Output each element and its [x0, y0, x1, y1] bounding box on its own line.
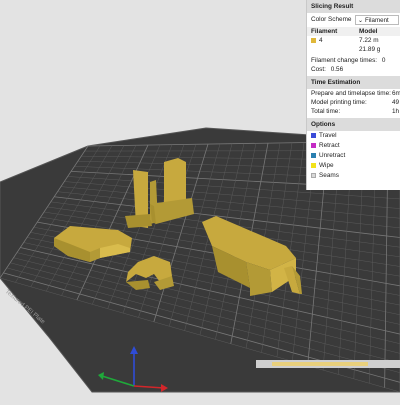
layer-slider-fill[interactable] — [272, 362, 368, 366]
travel-swatch — [311, 133, 316, 138]
option-unretract-label: Unretract — [319, 152, 345, 159]
filament-table-header: Filament Model — [307, 27, 400, 36]
col-model: Model — [359, 27, 377, 36]
unretract-swatch — [311, 153, 316, 158]
filament-swatch — [311, 38, 316, 43]
model-weight: 21.89 g — [359, 45, 380, 54]
filament-row-2: 21.89 g — [307, 45, 400, 54]
option-seams-label: Seams — [319, 172, 339, 179]
prepare-time-label: Prepare and timelapse time: — [311, 90, 391, 97]
options-title: Options — [307, 118, 400, 131]
option-wipe[interactable]: Wipe — [307, 161, 400, 171]
color-scheme-value: Filament — [365, 17, 389, 24]
change-times-row: Filament change times: 0 — [307, 56, 400, 65]
prepare-time-row: Prepare and timelapse time: 6m — [307, 89, 400, 98]
slicing-result-panel: Slicing Result Color Scheme ⌄Filament Fi… — [306, 0, 400, 190]
total-time-value: 1h — [392, 107, 399, 116]
filament-row: 4 7.22 m — [307, 36, 400, 45]
total-time-label: Total time: — [311, 108, 340, 115]
model-time-value: 49 — [392, 98, 399, 107]
option-travel[interactable]: Travel — [307, 131, 400, 141]
cost-value: 0.56 — [331, 66, 343, 73]
option-retract[interactable]: Retract — [307, 141, 400, 151]
model-time-row: Model printing time: 49 — [307, 98, 400, 107]
cost-row: Cost: 0.56 — [307, 65, 400, 74]
model-time-label: Model printing time: — [311, 99, 367, 106]
total-time-row: Total time: 1h — [307, 107, 400, 116]
option-seams[interactable]: Seams — [307, 171, 400, 181]
time-estimation-title: Time Estimation — [307, 76, 400, 89]
option-wipe-label: Wipe — [319, 162, 334, 169]
option-retract-label: Retract — [319, 142, 340, 149]
change-times-value: 0 — [382, 57, 386, 64]
col-filament: Filament — [311, 28, 337, 35]
option-travel-label: Travel — [319, 132, 337, 139]
filament-id: 4 — [319, 37, 323, 44]
model-length: 7.22 m — [359, 36, 379, 45]
wipe-swatch — [311, 163, 316, 168]
panel-title: Slicing Result — [307, 0, 400, 13]
seams-swatch — [311, 173, 316, 178]
color-scheme-label: Color Scheme — [311, 16, 352, 23]
option-unretract[interactable]: Unretract — [307, 151, 400, 161]
chevron-down-icon: ⌄ — [358, 18, 363, 24]
color-scheme-dropdown[interactable]: ⌄Filament — [355, 15, 399, 25]
color-scheme-row: Color Scheme ⌄Filament — [307, 13, 400, 27]
cost-label: Cost: — [311, 66, 326, 73]
retract-swatch — [311, 143, 316, 148]
prepare-time-value: 6m — [392, 89, 400, 98]
change-times-label: Filament change times: — [311, 57, 377, 64]
